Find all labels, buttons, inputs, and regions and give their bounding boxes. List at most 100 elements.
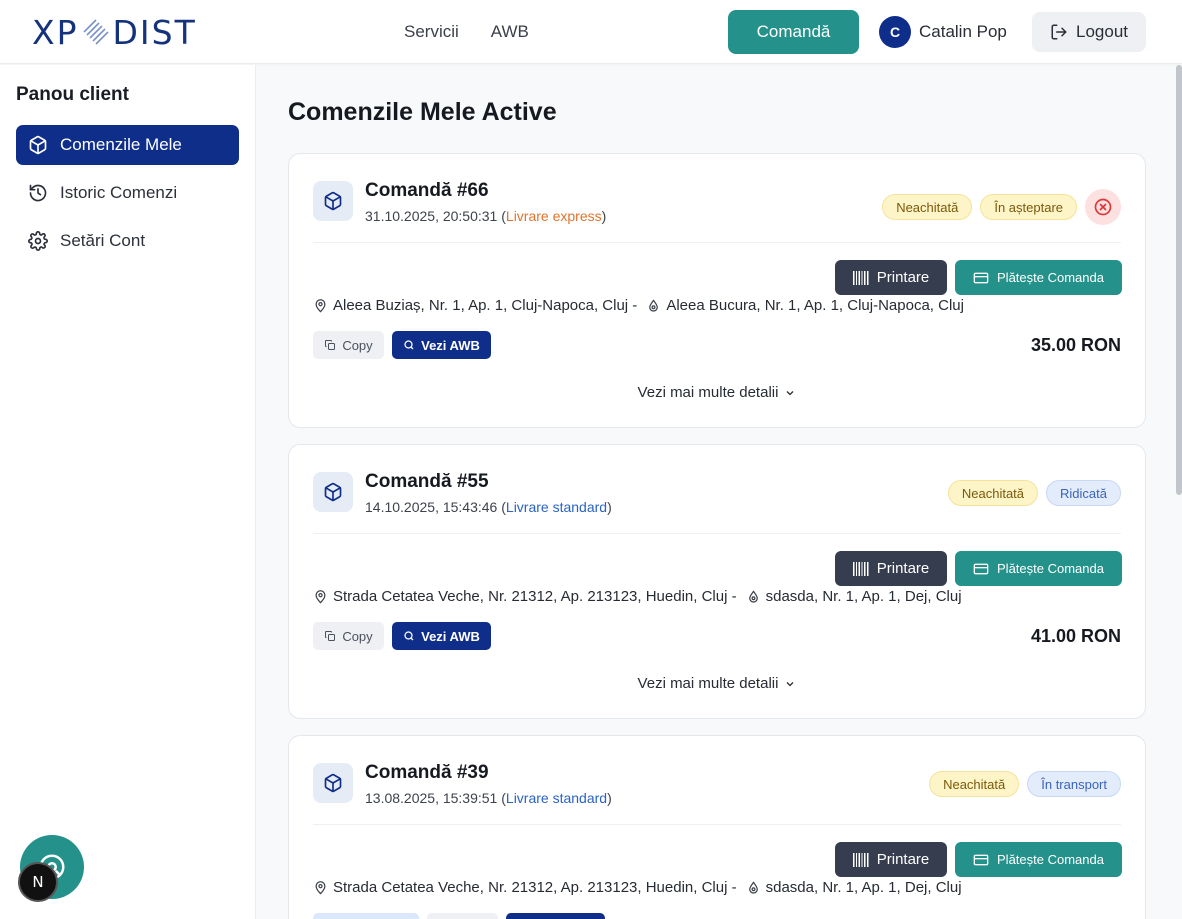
- package-icon: [29, 135, 47, 155]
- copy-icon: [325, 340, 336, 350]
- order-title: Comandă #55: [365, 471, 489, 492]
- copy-label: Copy: [342, 628, 373, 644]
- nav-servicii[interactable]: Servicii: [404, 22, 459, 42]
- print-button[interactable]: Printare: [835, 842, 947, 877]
- logout-icon: [1051, 24, 1067, 40]
- print-button[interactable]: Printare: [835, 260, 947, 295]
- copy-button[interactable]: Copy: [313, 622, 384, 650]
- payment-status-badge: Neachitată: [882, 194, 973, 220]
- package-icon: [324, 482, 342, 502]
- pay-order-button[interactable]: Plătește Comanda: [955, 260, 1122, 295]
- print-label: Printare: [876, 560, 930, 577]
- order-datetime: 31.10.2025, 20:50:31: [365, 208, 498, 224]
- view-awb-button[interactable]: Vezi AWB: [392, 331, 491, 359]
- sidebar-item-comenzile-mele[interactable]: Comenzile Mele: [16, 125, 239, 165]
- awb-label: Vezi AWB: [421, 628, 480, 644]
- copy-button[interactable]: Copy: [313, 331, 384, 359]
- payment-status-badge: Neachitată: [929, 771, 1020, 797]
- print-button[interactable]: Printare: [835, 551, 947, 586]
- dropoff-address: Aleea Bucura, Nr. 1, Ap. 1, Cluj-Napoca,…: [666, 297, 964, 314]
- order-box-icon-wrap: [313, 472, 353, 512]
- pay-label: Plătește Comanda: [997, 270, 1104, 285]
- sidebar-item-istoric-comenzi[interactable]: Istoric Comenzi: [16, 173, 239, 213]
- logo-text-left: XP: [32, 12, 79, 52]
- delivery-type: Livrare express: [505, 208, 602, 224]
- sidebar-item-label: Comenzile Mele: [60, 135, 182, 154]
- package-icon: [324, 191, 342, 211]
- cancel-order-button[interactable]: [1085, 189, 1121, 225]
- main-nav: Servicii AWB: [404, 22, 529, 42]
- sidebar-item-label: Setări Cont: [60, 231, 146, 250]
- copy-label: Copy: [342, 337, 373, 353]
- user-profile[interactable]: C Catalin Pop: [879, 16, 1007, 48]
- pay-order-button[interactable]: Plătește Comanda: [955, 551, 1122, 586]
- logout-button[interactable]: Logout: [1032, 12, 1146, 52]
- sidebar: Panou client Comenzile Mele Istoric Come…: [0, 65, 256, 919]
- pay-order-button[interactable]: Plătește Comanda: [955, 842, 1122, 877]
- order-datetime: 13.08.2025, 15:39:51: [365, 790, 498, 806]
- map-pin-icon: [315, 589, 326, 603]
- order-title: Comandă #66: [365, 180, 489, 201]
- awb-label: Vezi AWB: [421, 337, 480, 353]
- order-card: Comandă #39 13.08.2025, 15:39:51 (Livrar…: [288, 735, 1146, 919]
- avatar: C: [879, 16, 911, 48]
- sidebar-title: Panou client: [16, 84, 129, 105]
- order-datetime: 14.10.2025, 15:43:46: [365, 499, 498, 515]
- destination-pin-icon: [748, 589, 758, 603]
- card-divider: [313, 824, 1121, 825]
- order-price: 41.00 RON: [1030, 626, 1121, 646]
- order-card: Comandă #55 14.10.2025, 15:43:46 (Livrar…: [288, 444, 1146, 719]
- page-title: Comenzile Mele Active: [288, 98, 557, 126]
- dropoff-address: sdasda, Nr. 1, Ap. 1, Dej, Cluj: [765, 879, 962, 896]
- close-circle-icon: [1094, 198, 1112, 216]
- copy-icon: [325, 631, 336, 641]
- search-icon: [404, 631, 414, 641]
- order-route: Strada Cetatea Veche, Nr. 21312, Ap. 213…: [313, 879, 962, 896]
- destination-pin-icon: [649, 298, 659, 312]
- order-date: 14.10.2025, 15:43:46 (Livrare standard): [365, 499, 612, 515]
- page-scrollbar[interactable]: [1176, 65, 1182, 495]
- delivery-type: Livrare standard: [505, 499, 608, 515]
- order-card: Comandă #66 31.10.2025, 20:50:31 (Livrar…: [288, 153, 1146, 428]
- delivery-type: Livrare standard: [505, 790, 608, 806]
- credit-card-icon: [973, 854, 989, 865]
- print-label: Printare: [876, 269, 930, 286]
- barcode-icon: [852, 270, 869, 285]
- search-icon: [404, 340, 414, 350]
- logo-text-right: DIST: [112, 12, 197, 52]
- order-box-icon-wrap: [313, 181, 353, 221]
- sidebar-item-label: Istoric Comenzi: [60, 183, 178, 202]
- more-details-label: Vezi mai multe detalii: [637, 675, 779, 692]
- more-details-toggle[interactable]: Vezi mai multe detalii: [289, 675, 1145, 692]
- logo-stripes-icon: [82, 19, 109, 45]
- barcode-icon: [852, 561, 869, 576]
- barcode-icon: [852, 852, 869, 867]
- copy-button[interactable]: [427, 913, 498, 919]
- pay-label: Plătește Comanda: [997, 561, 1104, 576]
- more-details-label: Vezi mai multe detalii: [637, 384, 779, 401]
- order-status-badge: În așteptare: [980, 194, 1077, 220]
- order-title: Comandă #39: [365, 762, 489, 783]
- pickup-address: Strada Cetatea Veche, Nr. 21312, Ap. 213…: [333, 588, 737, 605]
- pickup-address: Strada Cetatea Veche, Nr. 21312, Ap. 213…: [333, 879, 737, 896]
- more-details-toggle[interactable]: Vezi mai multe detalii: [289, 384, 1145, 401]
- history-icon: [29, 184, 47, 202]
- view-awb-button[interactable]: [506, 913, 605, 919]
- logout-label: Logout: [1076, 22, 1128, 41]
- print-label: Printare: [876, 851, 930, 868]
- payment-status-badge: Neachitată: [947, 480, 1039, 506]
- view-awb-button[interactable]: Vezi AWB: [392, 622, 491, 650]
- order-price: 35.00 RON: [1030, 335, 1121, 355]
- new-order-button[interactable]: Comandă: [728, 10, 859, 54]
- card-divider: [313, 242, 1121, 243]
- map-pin-icon: [315, 298, 326, 312]
- nav-awb[interactable]: AWB: [491, 22, 529, 42]
- credit-card-icon: [973, 272, 989, 283]
- sidebar-item-setari-cont[interactable]: Setări Cont: [16, 221, 239, 261]
- xpdist-logo[interactable]: XP DIST: [32, 12, 197, 52]
- partial-button[interactable]: [313, 913, 419, 919]
- dev-tools-badge[interactable]: N: [18, 862, 58, 902]
- order-route: Aleea Buziaș, Nr. 1, Ap. 1, Cluj-Napoca,…: [313, 297, 964, 314]
- card-divider: [313, 533, 1121, 534]
- package-icon: [324, 773, 342, 793]
